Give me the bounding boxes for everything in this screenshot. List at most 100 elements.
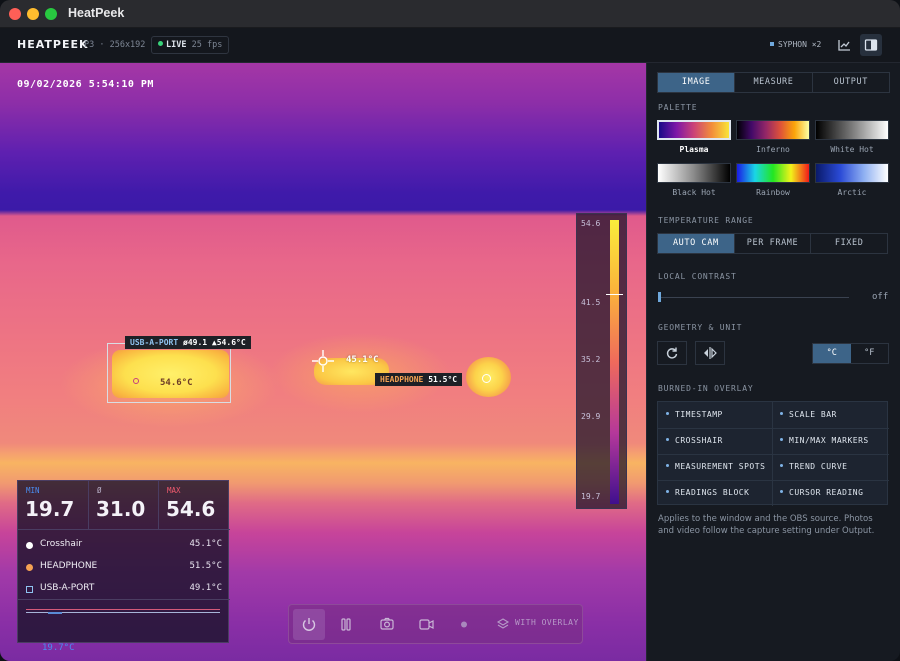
overlay-option-trend[interactable]: TREND CURVE — [780, 462, 847, 471]
usb-measurement-box[interactable] — [107, 343, 231, 403]
with-overlay-toggle[interactable]: WITH OVERLAY — [488, 609, 579, 640]
range-selector: AUTO CAM PER FRAME FIXED — [657, 233, 888, 254]
min-label: MIN — [26, 486, 40, 495]
overlay-option-minmax[interactable]: MIN/MAX MARKERS — [780, 436, 869, 445]
timestamp-overlay: 09/02/2026 5:54:10 PM — [17, 79, 154, 90]
power-icon — [302, 618, 316, 631]
palette-plasma[interactable] — [657, 120, 731, 140]
trend-chart-button[interactable] — [833, 34, 855, 56]
usb-square-icon — [26, 586, 33, 593]
usb-spot-name: USB-A-PORT — [130, 338, 179, 347]
unit-celsius[interactable]: °C — [813, 344, 851, 363]
minimize-window-button[interactable] — [27, 8, 39, 20]
trend-line-max — [26, 609, 220, 610]
rotate-button[interactable] — [657, 341, 687, 365]
avg-value: 31.0 — [96, 497, 146, 521]
headphone-dot-icon — [26, 564, 33, 571]
live-status-badge: LIVE 25 fps — [151, 36, 230, 54]
tab-output[interactable]: OUTPUT — [813, 73, 889, 92]
scale-tick: 19.7 — [581, 492, 601, 501]
overlay-option-readings[interactable]: READINGS BLOCK — [666, 488, 749, 497]
thermal-viewport[interactable]: 09/02/2026 5:54:10 PM USB-A-PORT ø49.1 ▲… — [0, 63, 646, 661]
stats-divider — [18, 529, 230, 530]
grid-divider — [658, 428, 889, 429]
record-video-button[interactable] — [410, 609, 442, 640]
mirror-button[interactable] — [695, 341, 725, 365]
with-overlay-label: WITH OVERLAY — [515, 618, 579, 627]
palette-white-hot[interactable] — [815, 120, 889, 140]
range-section-title: TEMPERATURE RANGE — [658, 216, 754, 225]
overlay-option-label: SCALE BAR — [789, 410, 837, 419]
layers-icon — [496, 618, 510, 629]
usb-max-marker — [133, 378, 139, 384]
overlay-option-label: CURSOR READING — [789, 488, 864, 497]
palette-name: Inferno — [756, 145, 790, 154]
contrast-section-title: LOCAL CONTRAST — [658, 272, 737, 281]
overlay-option-cursor[interactable]: CURSOR READING — [780, 488, 863, 497]
overlay-option-label: TIMESTAMP — [675, 410, 723, 419]
live-dot-icon — [158, 41, 163, 46]
power-button[interactable] — [293, 609, 325, 640]
scale-tick: 29.9 — [581, 412, 601, 421]
live-label: LIVE — [166, 40, 187, 50]
toggle-sidebar-button[interactable] — [860, 34, 882, 56]
avg-label: Ø — [97, 486, 102, 495]
mirror-icon — [704, 347, 717, 359]
grid-divider — [658, 454, 889, 455]
headphone-spot-name: HEADPHONE — [380, 375, 424, 384]
palette-rainbow[interactable] — [736, 163, 810, 183]
pause-icon — [341, 618, 351, 631]
reading-name: HEADPHONE — [40, 561, 98, 571]
reading-name: USB-A-PORT — [40, 583, 95, 593]
max-label: MAX — [167, 486, 181, 495]
settings-sidebar: IMAGE MEASURE OUTPUT PALETTE Plasma Infe… — [646, 63, 900, 661]
overlay-option-label: READINGS BLOCK — [675, 488, 750, 497]
palette-arctic[interactable] — [815, 163, 889, 183]
overlay-section-title: BURNED-IN OVERLAY — [658, 384, 754, 393]
scale-crosshair-marker — [606, 294, 623, 295]
bullet-icon — [780, 464, 783, 467]
record-indicator[interactable] — [448, 609, 480, 640]
window-title: HeatPeek — [68, 6, 125, 20]
reading-row-usb: USB-A-PORT 49.1°C — [26, 582, 222, 596]
range-auto-cam[interactable]: AUTO CAM — [658, 234, 735, 253]
palette-name: White Hot — [830, 145, 874, 154]
crosshair-dot-icon — [26, 542, 33, 549]
reading-value: 45.1°C — [189, 539, 222, 549]
close-window-button[interactable] — [9, 8, 21, 20]
tab-image[interactable]: IMAGE — [658, 73, 736, 92]
trend-line-min — [48, 612, 62, 614]
range-per-frame[interactable]: PER FRAME — [735, 234, 812, 253]
snapshot-button[interactable] — [371, 609, 403, 640]
overlay-option-crosshair[interactable]: CROSSHAIR — [666, 436, 723, 445]
syphon-label: SYPHON ×2 — [778, 40, 822, 49]
overlay-option-label: MEASUREMENT SPOTS — [675, 462, 766, 471]
rotate-icon — [666, 347, 678, 359]
palette-inferno[interactable] — [736, 120, 810, 140]
temperature-scale-bar: 54.6 41.5 35.2 29.9 19.7 — [576, 213, 627, 509]
scale-tick: 41.5 — [581, 298, 601, 307]
overlay-option-spots[interactable]: MEASUREMENT SPOTS — [666, 462, 765, 471]
bullet-icon — [780, 412, 783, 415]
unit-fahrenheit[interactable]: °F — [851, 344, 889, 363]
pause-button[interactable] — [330, 609, 362, 640]
headphone-spot-marker[interactable] — [482, 374, 491, 383]
slider-handle[interactable] — [658, 292, 661, 302]
local-contrast-slider[interactable] — [658, 292, 849, 302]
geometry-section-title: GEOMETRY & UNIT — [658, 323, 743, 332]
readings-block: MIN 19.7 Ø 31.0 MAX 54.6 Crosshair 45.1°… — [17, 480, 230, 644]
crosshair-icon[interactable] — [312, 350, 334, 372]
usb-point-temp: 54.6°C — [160, 378, 193, 388]
overlay-option-label: MIN/MAX MARKERS — [789, 436, 869, 445]
palette-black-hot[interactable] — [657, 163, 731, 183]
trend-curve — [18, 599, 230, 644]
range-fixed[interactable]: FIXED — [811, 234, 887, 253]
tab-measure[interactable]: MEASURE — [735, 73, 813, 92]
zoom-window-button[interactable] — [45, 8, 57, 20]
syphon-indicator-icon — [770, 42, 774, 46]
sidebar-tabs: IMAGE MEASURE OUTPUT — [657, 72, 890, 93]
overlay-option-timestamp[interactable]: TIMESTAMP — [666, 410, 723, 419]
scale-gradient — [610, 220, 619, 504]
palette-name: Rainbow — [756, 188, 790, 197]
overlay-option-scale-bar[interactable]: SCALE BAR — [780, 410, 837, 419]
